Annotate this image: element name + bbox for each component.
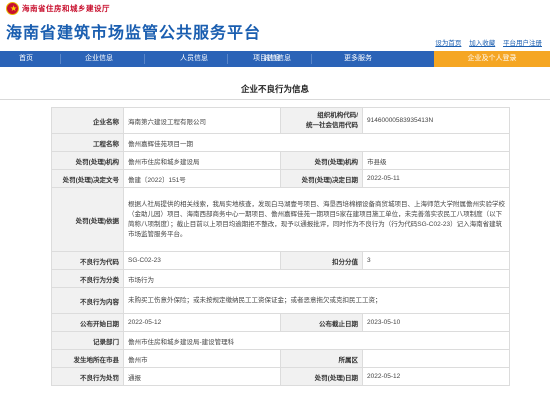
district-label: 所属区 — [280, 349, 363, 368]
publish-date-value: 2022-05-12 — [123, 313, 281, 332]
table-row: 处罚(处理)机构 儋州市住房和城乡建设局 处罚(处理)机构 市县级 — [51, 151, 510, 170]
decision-date-value: 2022-05-11 — [362, 169, 510, 188]
category-label: 不良行为分类 — [51, 269, 124, 288]
add-favorite-link[interactable]: 加入收藏 — [469, 40, 495, 47]
location-label: 发生地所在市县 — [51, 349, 124, 368]
handler-label: 处罚(处理)机构 — [51, 151, 124, 170]
punish-type-label: 不良行为处罚 — [51, 367, 124, 386]
table-row: 公布开始日期 2022-05-12 公布截止日期 2023-05-10 — [51, 313, 510, 332]
punish-date-value: 2022-05-12 — [362, 367, 510, 386]
top-links: 设为首页 加入收藏 平台用户注册 — [429, 37, 542, 47]
doc-no-label: 处罚(处理)决定文号 — [51, 169, 124, 188]
table-row: 不良行为内容 未购买工伤意外保险；或未按规定缴纳民工工资保证金；或者恶意拖欠或克… — [51, 287, 510, 314]
site-header: ★ 海南省住房和城乡建设厅 海南省建筑市场监管公共服务平台 设为首页 加入收藏 … — [0, 0, 550, 51]
content-label: 不良行为内容 — [51, 287, 124, 314]
publish-end-value: 2023-05-10 — [362, 313, 510, 332]
main-content: 企业不良行为信息 企业名称 海南第六建设工程有限公司 组织机构代码/统一社会信用… — [0, 67, 550, 417]
table-row: 记录部门 儋州市住房和城乡建设局-建设管理科 — [51, 331, 510, 350]
basis-value: 根据人社局提供的相关线索，我局实地核查，发现白马湖壹号项目、海垦西培棉棚设备商贸… — [123, 187, 510, 252]
table-row: 不良行为处罚 通报 处罚(处理)日期 2022-05-12 — [51, 367, 510, 386]
org-code-value: 91460000583935413N — [362, 107, 510, 134]
nav-divider — [227, 54, 228, 64]
table-row: 工程名称 儋州嘉辉佳苑项目一期 — [51, 133, 510, 152]
main-nav: 首页 企业信息 人员信息 项目信息 诚信信息 更多服务 企业及个人登录 — [0, 51, 550, 67]
decision-date-label: 处罚(处理)决定日期 — [280, 169, 363, 188]
company-label: 企业名称 — [51, 107, 124, 134]
project-value: 儋州嘉辉佳苑项目一期 — [123, 133, 510, 152]
site-title: 海南省建筑市场监管公共服务平台 — [6, 25, 262, 42]
project-label: 工程名称 — [51, 133, 124, 152]
recorder-label: 记录部门 — [51, 331, 124, 350]
nav-company-info[interactable]: 企业信息 — [62, 51, 136, 67]
set-homepage-link[interactable]: 设为首页 — [435, 40, 461, 47]
publish-end-label: 公布截止日期 — [280, 313, 363, 332]
table-row: 处罚(处理)决定文号 儋建〔2022〕151号 处罚(处理)决定日期 2022-… — [51, 169, 510, 188]
nav-home[interactable]: 首页 — [0, 51, 52, 67]
behavior-code-value: SG-C02-23 — [123, 251, 281, 270]
title-divider — [0, 99, 550, 100]
district-value — [362, 349, 510, 368]
handler-level-value: 市县级 — [362, 151, 510, 170]
nav-divider — [60, 54, 61, 64]
category-value: 市场行为 — [123, 269, 510, 288]
user-register-link[interactable]: 平台用户注册 — [503, 40, 542, 47]
login-button[interactable]: 企业及个人登录 — [434, 51, 550, 67]
nav-more-services[interactable]: 更多服务 — [318, 51, 398, 67]
deduct-label: 扣分分值 — [280, 251, 363, 270]
publish-date-label: 公布开始日期 — [51, 313, 124, 332]
table-row: 发生地所在市县 儋州市 所属区 — [51, 349, 510, 368]
bad-behavior-table: 企业名称 海南第六建设工程有限公司 组织机构代码/统一社会信用代码 914600… — [51, 107, 510, 386]
company-value: 海南第六建设工程有限公司 — [123, 107, 281, 134]
nav-divider — [311, 54, 312, 64]
table-row: 处罚(处理)依据 根据人社局提供的相关线索，我局实地核查，发现白马湖壹号项目、海… — [51, 187, 510, 252]
table-row: 不良行为分类 市场行为 — [51, 269, 510, 288]
punish-date-label: 处罚(处理)日期 — [280, 367, 363, 386]
content-value: 未购买工伤意外保险；或未按规定缴纳民工工资保证金；或者恶意拖欠或克扣民工工资； — [123, 287, 510, 314]
behavior-code-label: 不良行为代码 — [51, 251, 124, 270]
department-name: 海南省住房和城乡建设厅 — [22, 4, 110, 13]
national-emblem-icon: ★ — [6, 2, 19, 15]
deduct-value: 3 — [362, 251, 510, 270]
table-row: 不良行为代码 SG-C02-23 扣分分值 3 — [51, 251, 510, 270]
handler-value: 儋州市住房和城乡建设局 — [123, 151, 281, 170]
punish-type-value: 通报 — [123, 367, 281, 386]
page-title: 企业不良行为信息 — [240, 84, 309, 94]
handler-level-label: 处罚(处理)机构 — [280, 151, 363, 170]
location-value: 儋州市 — [123, 349, 281, 368]
org-code-label: 组织机构代码/统一社会信用代码 — [280, 107, 363, 134]
nav-divider — [144, 54, 145, 64]
nav-credit-info[interactable]: 诚信信息 — [255, 51, 299, 67]
recorder-value: 儋州市住房和城乡建设局-建设管理科 — [123, 331, 510, 350]
doc-no-value: 儋建〔2022〕151号 — [123, 169, 281, 188]
table-row: 企业名称 海南第六建设工程有限公司 组织机构代码/统一社会信用代码 914600… — [51, 107, 510, 134]
basis-label: 处罚(处理)依据 — [51, 187, 124, 252]
